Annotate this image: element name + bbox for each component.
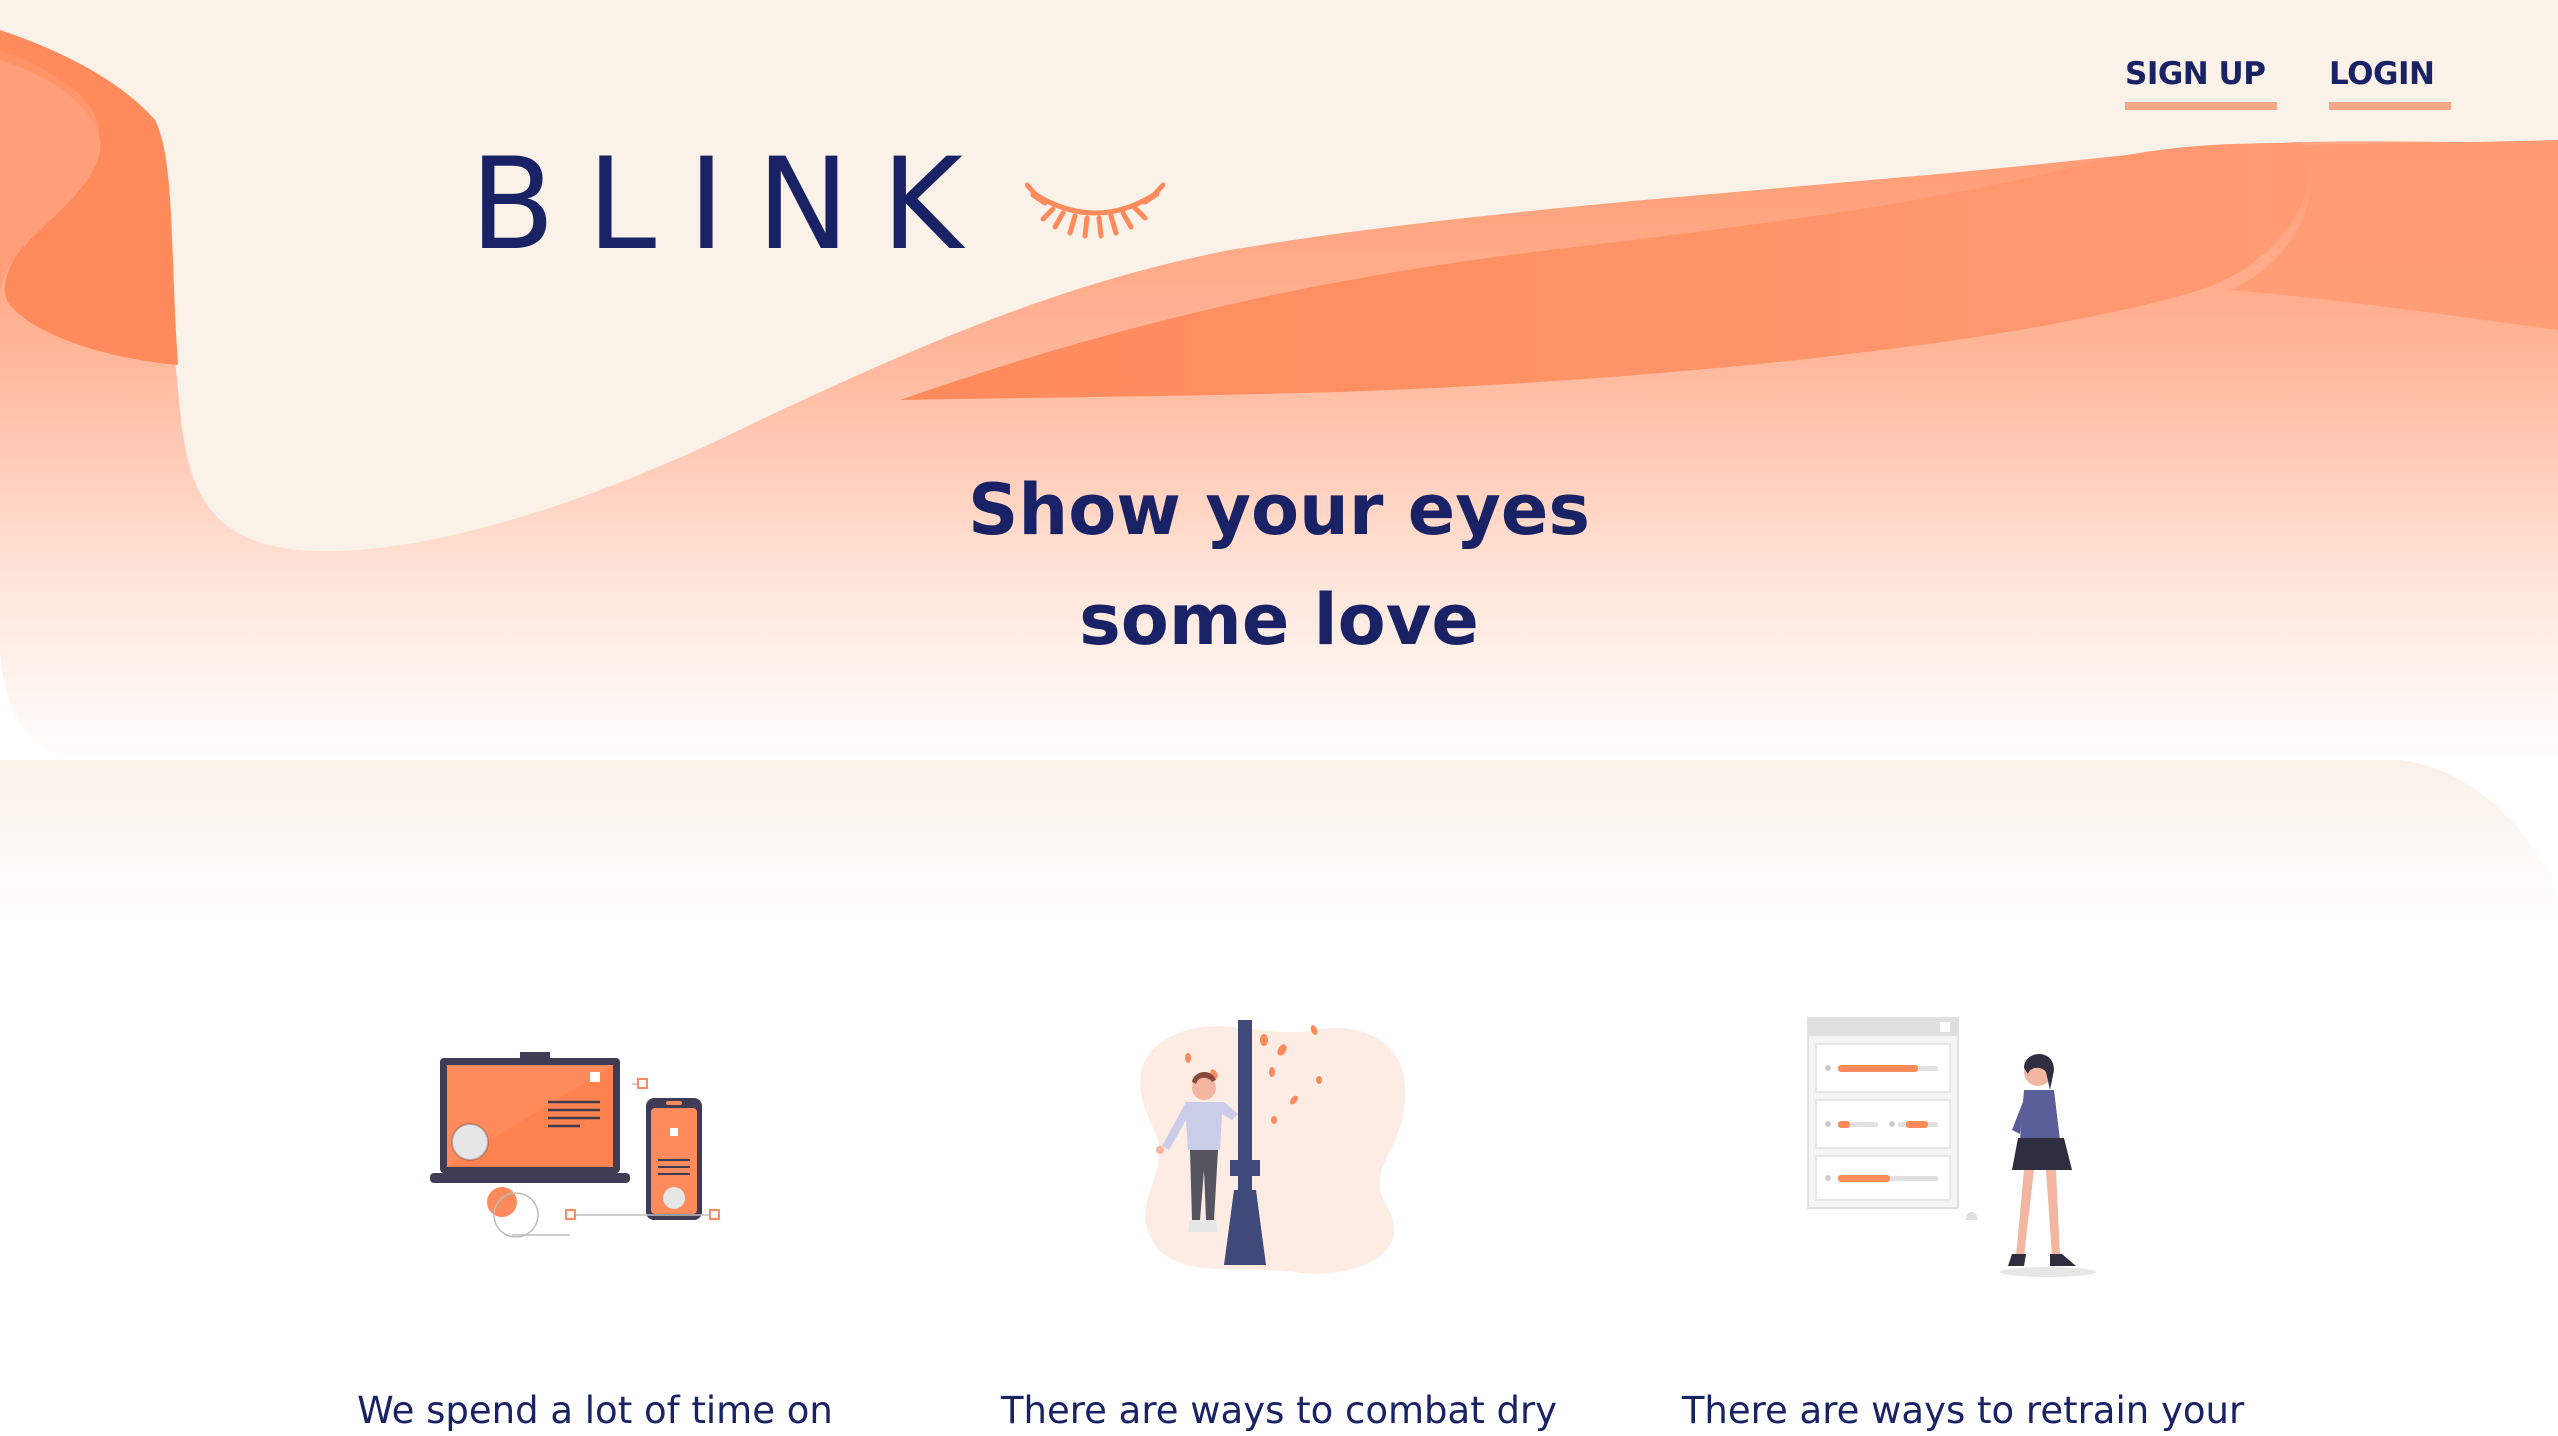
- feature-card: There are ways to retrain your: [1621, 1010, 2305, 1436]
- devices-illustration: [430, 1052, 720, 1238]
- top-nav: SIGN UP LOGIN: [2125, 52, 2451, 110]
- feature-card: We spend a lot of time on: [253, 1010, 937, 1436]
- hero-headline-line2: some love: [1079, 579, 1479, 661]
- feature-text: There are ways to retrain your: [1681, 1389, 2245, 1432]
- person-lamppost-illustration: [1140, 1020, 1406, 1274]
- logo-text: BLINK: [470, 131, 995, 279]
- woman-checklist-illustration: [1807, 1017, 2096, 1277]
- hero-headline-line1: Show your eyes: [967, 469, 1591, 551]
- logo[interactable]: BLINK: [470, 131, 1165, 279]
- signup-link[interactable]: SIGN UP: [2125, 52, 2277, 110]
- landing-page: SIGN UP LOGIN BLINK Show your eyes some …: [0, 0, 2558, 1436]
- feature-text: We spend a lot of time on: [357, 1389, 833, 1432]
- login-link[interactable]: LOGIN: [2329, 52, 2451, 110]
- features-section: We spend a lot of time on There are ways…: [0, 1010, 2558, 1436]
- hero-headline: Show your eyes some love: [0, 455, 2558, 675]
- feature-text: There are ways to combat dry: [1000, 1389, 1558, 1432]
- eyelash-icon: [1024, 182, 1165, 239]
- feature-card: There are ways to combat dry: [937, 1010, 1621, 1436]
